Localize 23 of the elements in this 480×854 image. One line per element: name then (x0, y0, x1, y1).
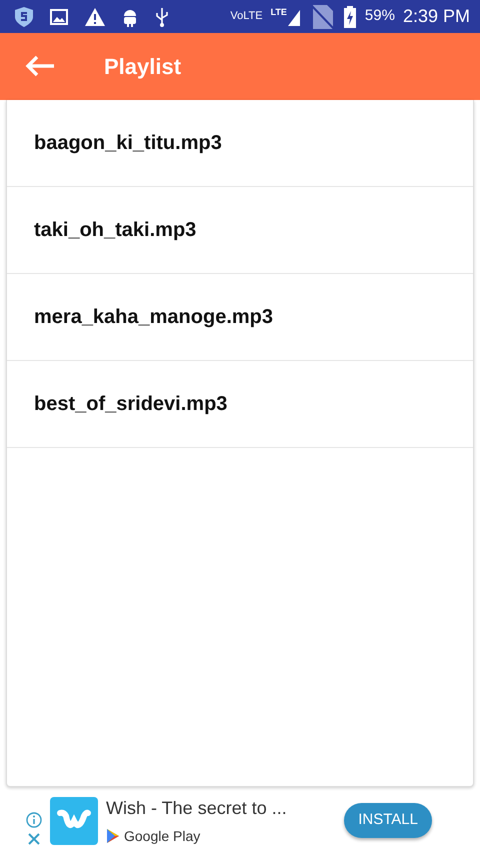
clock: 2:39 PM (402, 5, 470, 28)
info-icon (26, 812, 42, 828)
app-logo-icon (50, 796, 98, 844)
playlist-item[interactable]: mera_kaha_manoge.mp3 (7, 274, 473, 361)
playlist-item[interactable]: best_of_sridevi.mp3 (7, 361, 473, 448)
install-button[interactable]: INSTALL (344, 803, 432, 838)
network-label: LTE (270, 8, 287, 16)
battery-label: 59% (364, 6, 395, 26)
store-label: Google Play (124, 826, 200, 846)
playlist-item[interactable]: taki_oh_taki.mp3 (7, 187, 473, 274)
close-icon[interactable] (27, 832, 41, 846)
usb-icon (154, 6, 170, 26)
warning-icon (84, 6, 106, 26)
playlist-item[interactable]: baagon_ki_titu.mp3 (7, 100, 473, 187)
play-store-icon (106, 828, 120, 844)
volte-label: VoLTE (230, 9, 263, 24)
back-button[interactable] (24, 54, 56, 79)
screen-title: Playlist (104, 53, 182, 81)
image-icon (50, 8, 68, 24)
shield-icon (14, 6, 34, 28)
ad-title: Wish - The secret to ... (106, 796, 287, 820)
battery-charging-icon (342, 6, 357, 28)
signal-icon (286, 8, 301, 26)
